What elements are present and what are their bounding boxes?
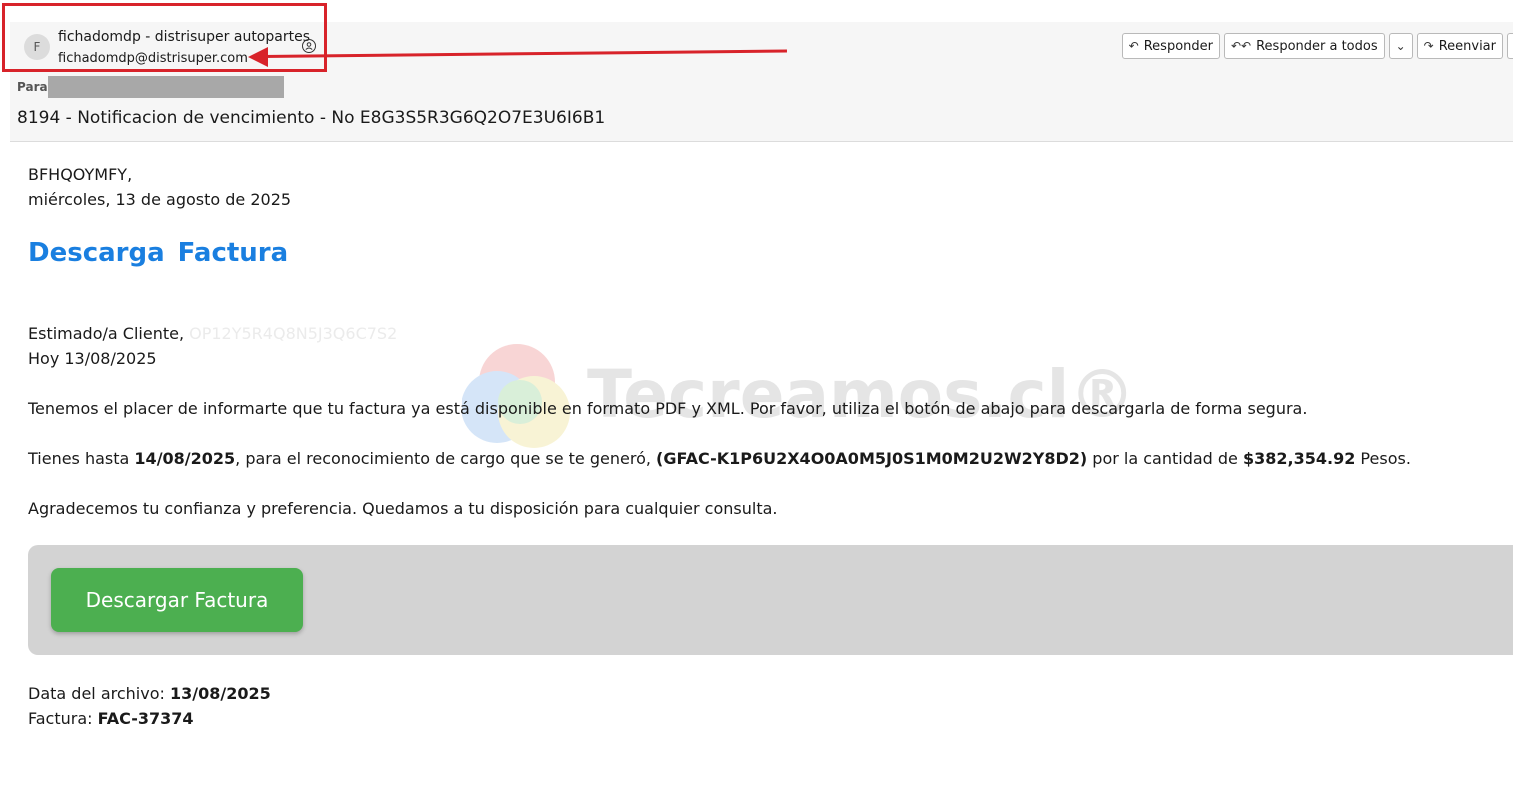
- due-mid2: por la cantidad de: [1087, 449, 1243, 468]
- forward-button[interactable]: ↷ Reenviar: [1416, 33, 1503, 59]
- due-prefix: Tienes hasta: [28, 449, 135, 468]
- email-subject: 8194 - Notificacion de vencimiento - No …: [17, 108, 606, 128]
- annotation-arrow-head: [248, 47, 268, 67]
- forward-label: Reenviar: [1438, 38, 1496, 54]
- due-date: 14/08/2025: [134, 449, 236, 468]
- email-footer: Data del archivo: 13/08/2025 Factura: FA…: [28, 681, 271, 731]
- date-line: miércoles, 13 de agosto de 2025: [28, 190, 292, 209]
- hidden-code: OP12Y5R4Q8N5J3Q6C7S2: [189, 324, 398, 343]
- file-date-label: Data del archivo:: [28, 684, 170, 703]
- reply-all-button[interactable]: ↶↶ Responder a todos: [1223, 33, 1385, 59]
- email-body-main: Estimado/a Cliente, OP12Y5R4Q8N5J3Q6C7S2…: [28, 321, 1513, 521]
- invoice-number: FAC-37374: [97, 709, 194, 728]
- reply-button[interactable]: ↶ Responder: [1121, 33, 1220, 59]
- dear-text: Estimado/a Cliente,: [28, 324, 185, 343]
- charge-reference: (GFAC-K1P6U2X4O0A0M5J0S1M0M2U2W2Y8D2): [656, 449, 1088, 468]
- due-mid: , para el reconocimiento de cargo que se…: [235, 449, 657, 468]
- invoice-line: Factura: FAC-37374: [28, 706, 271, 731]
- file-date-value: 13/08/2025: [169, 684, 271, 703]
- sender-block[interactable]: F fichadomdp - distrisuper autopartes fi…: [16, 24, 336, 72]
- due-suffix: Pesos.: [1355, 449, 1411, 468]
- today-line: Hoy 13/08/2025: [28, 349, 157, 368]
- email-header: F fichadomdp - distrisuper autopartes fi…: [10, 22, 1513, 142]
- invoice-label: Factura:: [28, 709, 98, 728]
- sender-avatar[interactable]: F: [24, 34, 50, 60]
- paragraph-thanks: Agradecemos tu confianza y preferencia. …: [28, 499, 778, 518]
- dear-line: Estimado/a Cliente, OP12Y5R4Q8N5J3Q6C7S2: [28, 321, 1513, 346]
- to-label: Para: [17, 80, 48, 94]
- person-icon: [305, 42, 313, 50]
- charge-amount: $382,354.92: [1242, 449, 1356, 468]
- email-body: BFHQOYMFY, miércoles, 13 de agosto de 20…: [28, 162, 1513, 212]
- more-actions-button[interactable]: [1507, 33, 1513, 59]
- file-date-line: Data del archivo: 13/08/2025: [28, 681, 271, 706]
- paragraph-availability: Tenemos el placer de informarte que tu f…: [28, 399, 1308, 418]
- sender-name[interactable]: fichadomdp - distrisuper autopartes: [58, 29, 310, 45]
- reply-icon: ↶: [1128, 39, 1139, 53]
- reply-all-label: Responder a todos: [1256, 38, 1378, 54]
- reply-options-dropdown[interactable]: ⌄: [1388, 33, 1413, 59]
- download-panel: Descargar Factura: [28, 545, 1513, 655]
- reply-label: Responder: [1143, 38, 1213, 54]
- email-heading: Descarga Factura: [28, 238, 289, 268]
- download-invoice-button[interactable]: Descargar Factura: [51, 568, 303, 632]
- greeting-code: BFHQOYMFY,: [28, 165, 133, 184]
- message-actions: ↶ Responder ↶↶ Responder a todos ⌄ ↷ Ree…: [1121, 33, 1513, 59]
- contact-card-icon[interactable]: [302, 39, 316, 53]
- reply-all-icon: ↶↶: [1230, 39, 1252, 53]
- paragraph-due: Tienes hasta 14/08/2025, para el reconoc…: [28, 446, 1513, 471]
- forward-icon: ↷: [1423, 39, 1434, 53]
- chevron-down-icon: ⌄: [1395, 39, 1406, 53]
- to-recipient-redacted: [48, 76, 284, 98]
- sender-email[interactable]: fichadomdp@distrisuper.com: [58, 51, 248, 66]
